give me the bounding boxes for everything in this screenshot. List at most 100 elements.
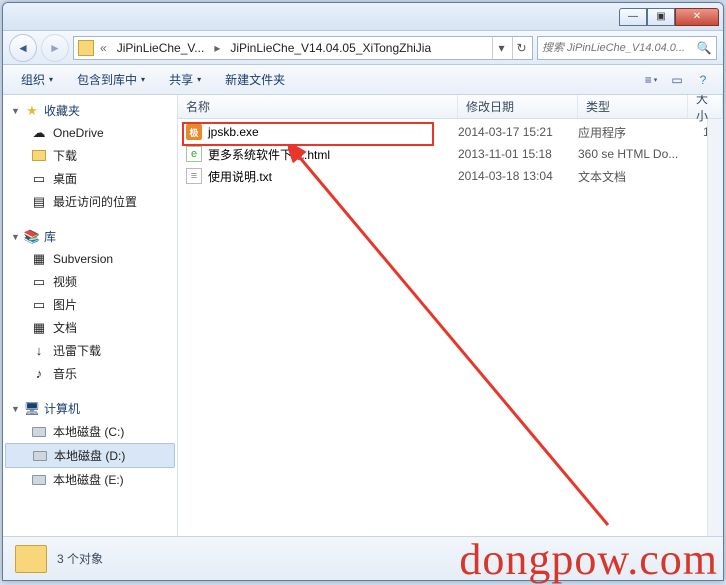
sidebar-item-label: 最近访问的位置 <box>53 193 137 210</box>
minimize-button[interactable]: — <box>619 8 647 26</box>
↓-icon: ↓ <box>31 343 47 359</box>
sidebar-item-label: 音乐 <box>53 365 77 382</box>
sidebar-item-label: 迅雷下载 <box>53 342 101 359</box>
maximize-button[interactable]: ▣ <box>647 8 675 26</box>
refresh-button[interactable]: ↻ <box>512 37 530 59</box>
computer-label: 计算机 <box>44 400 80 417</box>
sidebar-item[interactable]: ♪音乐 <box>3 362 177 385</box>
sidebar-item[interactable]: ▦ 文档 <box>3 316 177 339</box>
breadcrumb-item-1[interactable]: JiPinLieChe_V... <box>111 39 211 57</box>
back-button[interactable]: ◄ <box>9 34 37 62</box>
▭-icon: ▭ <box>31 171 47 187</box>
file-type: 文本文档 <box>578 168 688 185</box>
breadcrumb-separator[interactable]: « <box>98 41 109 55</box>
library-icon: 📚 <box>24 229 40 245</box>
▭-icon: ▭ <box>31 274 47 290</box>
explorer-window: — ▣ ✕ ◄ ► « JiPinLieChe_V... ▸ JiPinLieC… <box>2 2 724 581</box>
file-list-pane: 名称 修改日期 类型 大小 极 jpskb.exe 2014-03-17 15:21… <box>178 95 723 536</box>
column-type[interactable]: 类型 <box>578 95 688 118</box>
expand-icon[interactable]: ▼ <box>11 106 20 115</box>
sidebar-item[interactable]: ☁ OneDrive <box>3 122 177 144</box>
sidebar-item-label: 桌面 <box>53 170 77 187</box>
▦-icon: ▦ <box>31 251 47 267</box>
file-date: 2014-03-17 15:21 <box>458 125 578 139</box>
column-headers: 名称 修改日期 类型 大小 <box>178 95 723 119</box>
column-size[interactable]: 大小 <box>688 95 723 118</box>
▭-icon: ▭ <box>31 297 47 313</box>
body: ▼ ★ 收藏夹 ☁ OneDrive 下载 ▭ 桌面 ▤ 最近访问的位置 ▼ 📚 库 ▦ Su… <box>3 95 723 536</box>
search-input[interactable] <box>542 42 696 54</box>
sidebar-item-label: 视频 <box>53 273 77 290</box>
sidebar-item-label: 本地磁盘 (C:) <box>53 423 124 440</box>
libraries-group: ▼ 📚 库 ▦ Subversion ▭ 视频 ▭图片 ▦ 文档 ↓ 迅雷下载 ♪音乐 <box>3 225 177 385</box>
file-list[interactable]: 极jpskb.exe2014-03-17 15:21应用程序1,e更多系统软件下… <box>178 119 723 536</box>
favorites-header[interactable]: ▼ ★ 收藏夹 <box>3 99 177 122</box>
computer-header[interactable]: ▼ 🖥 计算机 <box>3 397 177 420</box>
address-bar[interactable]: « JiPinLieChe_V... ▸ JiPinLieChe_V14.04.… <box>73 36 533 60</box>
drive-icon <box>32 448 48 464</box>
favorites-group: ▼ ★ 收藏夹 ☁ OneDrive 下载 ▭ 桌面 ▤ 最近访问的位置 <box>3 99 177 213</box>
file-row[interactable]: e更多系统软件下载.html2013-11-01 15:18360 se HTM… <box>178 143 723 165</box>
column-date[interactable]: 修改日期 <box>458 95 578 118</box>
sidebar-item[interactable]: 本地磁盘 (C:) <box>3 420 177 443</box>
▦-icon: ▦ <box>31 320 47 336</box>
file-row[interactable]: ≡ 使用说明.txt 2014-03-18 13:04文本文档 <box>178 165 723 187</box>
address-dropdown[interactable]: ▾ <box>492 37 510 59</box>
sidebar-item[interactable]: 下载 <box>3 144 177 167</box>
help-button[interactable]: ? <box>691 69 715 91</box>
breadcrumb-item-2[interactable]: JiPinLieChe_V14.04.05_XiTongZhiJia <box>224 39 437 57</box>
exe-icon: 极 <box>186 124 202 140</box>
file-name: jpskb.exe <box>208 125 259 139</box>
search-icon[interactable]: 🔍 <box>696 41 712 55</box>
new-folder-button[interactable]: 新建文件夹 <box>215 67 295 92</box>
sidebar-item[interactable]: ▭ 视频 <box>3 270 177 293</box>
toolbar-right: ≡▾ ▭ ? <box>639 69 715 91</box>
view-button[interactable]: ≡▾ <box>639 69 663 91</box>
sidebar-item-label: Subversion <box>53 252 113 266</box>
folder-icon <box>78 40 94 56</box>
navigation-pane[interactable]: ▼ ★ 收藏夹 ☁ OneDrive 下载 ▭ 桌面 ▤ 最近访问的位置 ▼ 📚 库 ▦ Su… <box>3 95 178 536</box>
html-icon: e <box>186 146 202 162</box>
expand-icon[interactable]: ▼ <box>11 404 20 413</box>
computer-icon: 🖥 <box>24 401 40 417</box>
sidebar-item-label: 本地磁盘 (D:) <box>54 447 125 464</box>
close-button[interactable]: ✕ <box>675 8 719 26</box>
file-name: 使用说明.txt <box>208 168 272 185</box>
file-date: 2013-11-01 15:18 <box>458 147 578 161</box>
libraries-label: 库 <box>44 228 56 245</box>
folder-icon <box>31 148 47 164</box>
sidebar-item[interactable]: 本地磁盘 (E:) <box>3 468 177 491</box>
file-type: 应用程序 <box>578 124 688 141</box>
chevron-right-icon[interactable]: ▸ <box>212 41 222 55</box>
▤-icon: ▤ <box>31 194 47 210</box>
expand-icon[interactable]: ▼ <box>11 232 20 241</box>
txt-icon: ≡ <box>186 168 202 184</box>
drive-icon <box>31 472 47 488</box>
sidebar-item[interactable]: ▭ 桌面 <box>3 167 177 190</box>
file-date: 2014-03-18 13:04 <box>458 169 578 183</box>
forward-button[interactable]: ► <box>41 34 69 62</box>
sidebar-item-label: 文档 <box>53 319 77 336</box>
scrollbar[interactable] <box>707 119 723 536</box>
sidebar-item[interactable]: ↓ 迅雷下载 <box>3 339 177 362</box>
sidebar-item[interactable]: 本地磁盘 (D:) <box>5 443 175 468</box>
sidebar-item-label: 本地磁盘 (E:) <box>53 471 124 488</box>
search-box[interactable]: 🔍 <box>537 36 717 60</box>
favorites-label: 收藏夹 <box>44 102 80 119</box>
share-menu[interactable]: 共享▾ <box>159 67 211 92</box>
preview-pane-button[interactable]: ▭ <box>665 69 689 91</box>
drive-icon <box>31 424 47 440</box>
toolbar: 组织▾ 包含到库中▾ 共享▾ 新建文件夹 ≡▾ ▭ ? <box>3 65 723 95</box>
include-library-menu[interactable]: 包含到库中▾ <box>67 67 155 92</box>
file-row[interactable]: 极jpskb.exe2014-03-17 15:21应用程序1, <box>178 121 723 143</box>
status-text: 3 个对象 <box>57 550 103 567</box>
sidebar-item[interactable]: ▤ 最近访问的位置 <box>3 190 177 213</box>
column-name[interactable]: 名称 <box>178 95 458 118</box>
☁-icon: ☁ <box>31 125 47 141</box>
organize-menu[interactable]: 组织▾ <box>11 67 63 92</box>
sidebar-item[interactable]: ▦ Subversion <box>3 248 177 270</box>
sidebar-item-label: OneDrive <box>53 126 104 140</box>
sidebar-item[interactable]: ▭图片 <box>3 293 177 316</box>
title-bar[interactable]: — ▣ ✕ <box>3 3 723 31</box>
libraries-header[interactable]: ▼ 📚 库 <box>3 225 177 248</box>
